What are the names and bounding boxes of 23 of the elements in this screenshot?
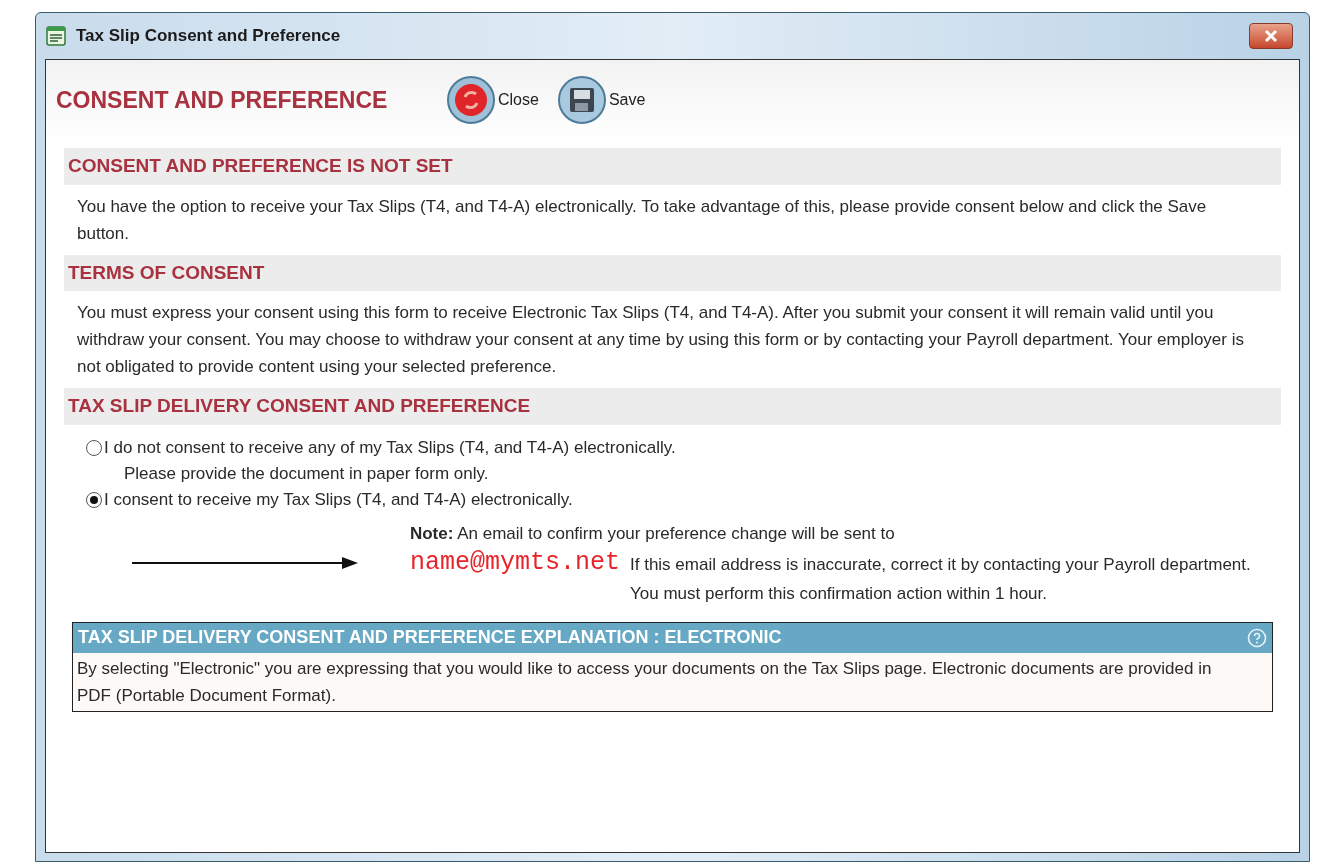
email-address: name@mymts.net <box>409 547 620 577</box>
close-button[interactable]: Close <box>446 75 539 125</box>
refresh-icon <box>446 75 496 125</box>
explanation-text: By selecting "Electronic" you are expressing that you would like to access your documents on the Tax Slips page. Electronic documents are provided in PDF (Portable Document Format). <box>76 657 1213 707</box>
section-heading: TERMS OF CONSENT <box>64 254 1281 291</box>
page-title: CONSENT AND PREFERENCE <box>56 85 389 115</box>
radio-option[interactable]: I consent to receive my Tax Slips (T4, and T4-A) electronically. <box>86 486 573 513</box>
section-heading: CONSENT AND PREFERENCE IS NOT SET <box>64 148 1281 185</box>
body-text: You must express your consent using this form to receive Electronic Tax Slips (T4, and T4-A). After you submit your consent it will remain valid until you withdraw your consent. You may choose to withdraw your consent at any time by using this form or by contacting your Payroll department. Your employer is not obligated to provide content using your selected preference. <box>76 302 1245 378</box>
note-text: If this email address is inaccurate, correct it by contacting your Payroll department. You must perform this confirmation action within 1 hour. <box>630 553 1252 605</box>
body-text: You have the option to receive your Tax Slips (T4, and T4-A) electronically. To take advantage of this, please provide consent below and click the Save button. <box>76 195 1208 245</box>
radio-button[interactable] <box>86 491 102 508</box>
window-title: Tax Slip Consent and Preference <box>76 25 341 48</box>
note-text: Note: An email to confirm your preference change will be sent to <box>409 522 896 545</box>
close-button[interactable] <box>1249 23 1293 49</box>
close-icon <box>1264 29 1278 43</box>
section-heading: TAX SLIP DELIVERY CONSENT AND PREFERENCE <box>64 388 1281 425</box>
form-icon <box>46 26 66 46</box>
save-icon <box>556 75 607 125</box>
explanation-heading: TAX SLIP DELIVERY CONSENT AND PREFERENCE EXPLANATION : ELECTRONIC <box>78 626 783 649</box>
save-button[interactable]: Save <box>556 75 646 125</box>
radio-button[interactable] <box>86 439 102 456</box>
radio-option[interactable]: I do not consent to receive any of my Tax Slips (T4, and T4-A) electronically. Please provide the document in paper form only. <box>86 434 676 487</box>
